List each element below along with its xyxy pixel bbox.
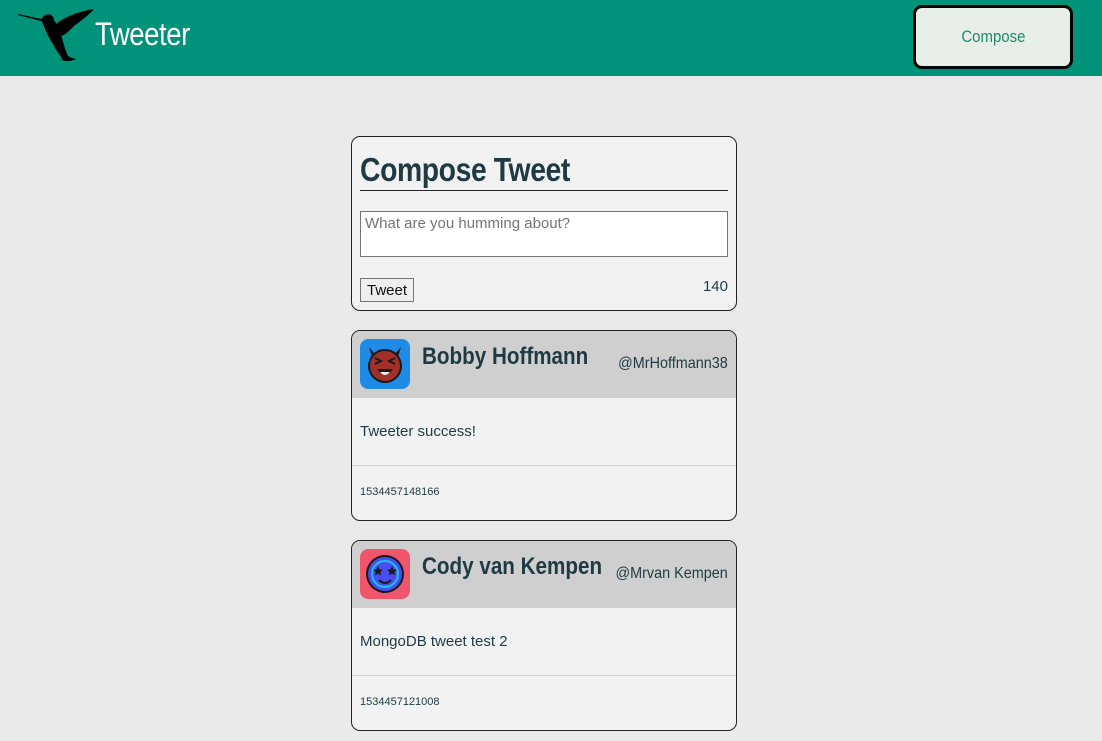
starry-eyed-face-avatar-icon	[360, 549, 410, 599]
compose-button-label: Compose	[960, 27, 1026, 46]
brand-title: Tweeter	[95, 16, 190, 52]
hummingbird-icon	[18, 9, 94, 62]
character-counter: 140	[702, 278, 728, 295]
compose-divider	[360, 190, 728, 191]
author-name: Cody van Kempen	[422, 553, 603, 580]
tweet-input[interactable]	[360, 211, 728, 257]
tweet-header: Cody van Kempen @Mrvan Kempen	[352, 541, 736, 608]
compose-title: Compose Tweet	[360, 151, 570, 188]
tweet-timestamp: 1534457121008	[360, 696, 440, 708]
tweet-timestamp: 1534457148166	[360, 486, 440, 498]
tweet-text: MongoDB tweet test 2	[360, 633, 508, 650]
tweet-card: Cody van Kempen @Mrvan Kempen MongoDB tw…	[351, 540, 737, 731]
compose-tweet-card: Compose Tweet Tweet 140	[351, 136, 737, 311]
tweet-card: Bobby Hoffmann @MrHoffmann38 Tweeter suc…	[351, 330, 737, 521]
tweet-divider	[352, 465, 736, 466]
top-nav: Tweeter Compose	[0, 0, 1102, 76]
author-handle: @MrHoffmann38	[618, 355, 728, 372]
author-handle: @Mrvan Kempen	[615, 565, 728, 582]
tweet-text: Tweeter success!	[360, 423, 476, 440]
tweet-header: Bobby Hoffmann @MrHoffmann38	[352, 331, 736, 398]
author-name: Bobby Hoffmann	[422, 343, 589, 370]
devil-face-avatar-icon	[360, 339, 410, 389]
compose-button[interactable]: Compose	[913, 5, 1073, 69]
tweet-submit-button[interactable]: Tweet	[360, 278, 414, 302]
tweet-divider	[352, 675, 736, 676]
